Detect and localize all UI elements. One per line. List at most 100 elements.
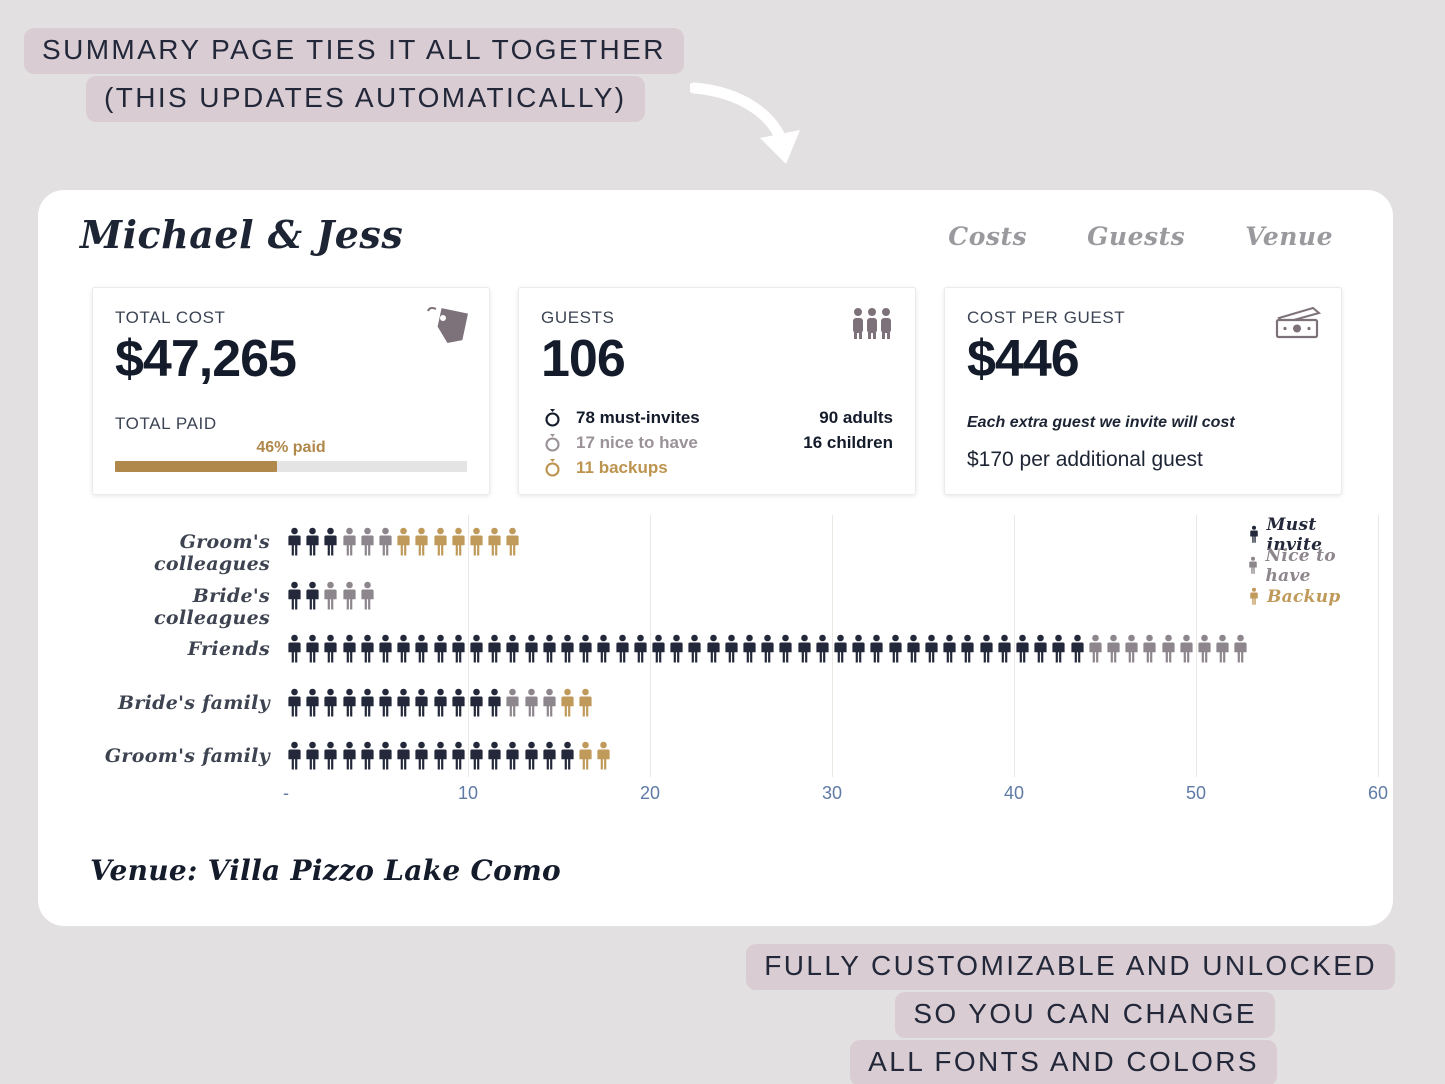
total-cost-value: $47,265 [115, 330, 297, 388]
person-icon [943, 634, 956, 669]
adults-count: 90 adults [819, 407, 893, 427]
person-icon [506, 688, 519, 723]
x-tick-20: 20 [639, 783, 661, 803]
chart-row-label: Groom's colleagues [154, 531, 270, 575]
card-guests[interactable]: GUESTS 106 78 must-invites 90 adults 17 … [518, 287, 916, 495]
cost-per-guest-detail: $170 per additional guest [967, 448, 1203, 471]
person-icon [397, 634, 410, 669]
person-icon [433, 527, 447, 562]
person-icon [1125, 634, 1138, 669]
curved-arrow-icon [690, 82, 800, 164]
progress-track [115, 461, 467, 472]
must-invites-text: 78 must-invites [576, 407, 700, 427]
card-cost-per-guest[interactable]: COST PER GUEST $446 Each extra guest we … [944, 287, 1342, 495]
top-nav: Costs Guests Venue [948, 222, 1333, 251]
callout-top: SUMMARY PAGE TIES IT ALL TOGETHER (THIS … [24, 28, 684, 122]
person-icon [342, 634, 356, 669]
three-people-icon [853, 308, 891, 339]
person-icon [470, 634, 483, 669]
callout-top-line-2: (THIS UPDATES AUTOMATICALLY) [86, 76, 645, 122]
chart-row-label: Bride's colleagues [154, 584, 270, 629]
guest-breakdown: 78 must-invites 90 adults 17 nice to hav… [541, 405, 893, 480]
chart-row-label: Bride's family [117, 691, 270, 714]
stat-cards: TOTAL COST $47,265 TOTAL PAID 46% paid G [92, 287, 1342, 495]
cost-per-guest-label: COST PER GUEST [967, 308, 1126, 327]
person-icon [597, 741, 610, 776]
person-icon [306, 688, 319, 723]
person-icon [579, 688, 592, 723]
person-icon [379, 527, 392, 562]
person-icon [397, 688, 410, 723]
person-icon [1161, 634, 1175, 669]
nav-item-costs[interactable]: Costs [948, 222, 1027, 251]
person-icon [652, 634, 665, 669]
person-icon [342, 741, 356, 776]
person-icon [543, 634, 556, 669]
callout-bottom: FULLY CUSTOMIZABLE AND UNLOCKED SO YOU C… [0, 944, 1420, 1084]
person-icon [1034, 634, 1047, 669]
person-icon [725, 634, 738, 669]
person-icon [1052, 634, 1065, 669]
person-icon [288, 741, 301, 776]
person-icon [1246, 525, 1262, 544]
person-icon [342, 527, 356, 562]
person-icon [324, 741, 337, 776]
person-icon [415, 527, 428, 562]
price-tag-icon [427, 306, 468, 344]
total-cost-label: TOTAL COST [115, 308, 226, 327]
person-icon [1198, 634, 1211, 669]
callout-bottom-line-3: ALL FONTS AND COLORS [850, 1040, 1277, 1084]
person-icon [379, 688, 392, 723]
chart-row: Bride's colleagues [78, 577, 1368, 629]
callout-bottom-line-1: FULLY CUSTOMIZABLE AND UNLOCKED [746, 944, 1395, 990]
person-icon [288, 581, 301, 616]
person-icon [816, 634, 829, 669]
person-icon [706, 634, 720, 669]
ring-icon [541, 458, 563, 477]
guest-breakdown-row: 17 nice to have 16 children [541, 430, 893, 455]
person-icon [961, 634, 974, 669]
person-icon [415, 688, 428, 723]
person-icon [415, 634, 428, 669]
callout-top-line-1: SUMMARY PAGE TIES IT ALL TOGETHER [24, 28, 684, 74]
person-icon [852, 634, 865, 669]
person-icon [288, 527, 301, 562]
person-icon [1070, 634, 1084, 669]
backups-text: 11 backups [576, 457, 668, 477]
person-icon [979, 634, 993, 669]
legend-label: Nice to have [1265, 545, 1336, 586]
person-icon [488, 688, 501, 723]
person-icon [433, 688, 447, 723]
chart-x-axis: - 10 20 30 40 50 60 [283, 783, 1388, 813]
person-icon [452, 688, 465, 723]
nav-item-guests[interactable]: Guests [1087, 222, 1185, 251]
person-icon [324, 688, 337, 723]
chart-row-label: Groom's family [104, 745, 270, 767]
person-icon [342, 688, 356, 723]
person-icon [361, 581, 374, 616]
person-icon [1216, 634, 1229, 669]
person-icon [379, 741, 392, 776]
x-tick-30: 30 [821, 783, 843, 803]
person-icon [452, 741, 465, 776]
nav-item-venue[interactable]: Venue [1245, 222, 1333, 251]
card-total-cost[interactable]: TOTAL COST $47,265 TOTAL PAID 46% paid [92, 287, 490, 495]
person-icon [324, 581, 337, 616]
person-icon [379, 634, 392, 669]
x-tick-40: 40 [1003, 783, 1025, 803]
guest-breakdown-row: 11 backups [541, 455, 893, 480]
person-icon [870, 634, 883, 669]
person-icon [888, 634, 902, 669]
person-icon [1107, 634, 1120, 669]
person-icon [1246, 587, 1262, 606]
person-icon [1016, 634, 1029, 669]
guests-label: GUESTS [541, 308, 615, 327]
person-icon [579, 741, 592, 776]
person-icon [306, 634, 319, 669]
person-icon [488, 741, 501, 776]
person-icon [1089, 634, 1102, 669]
person-icon [524, 741, 538, 776]
progress-fill [115, 461, 277, 472]
person-icon [1246, 556, 1261, 575]
guest-breakdown-row: 78 must-invites 90 adults [541, 405, 893, 430]
